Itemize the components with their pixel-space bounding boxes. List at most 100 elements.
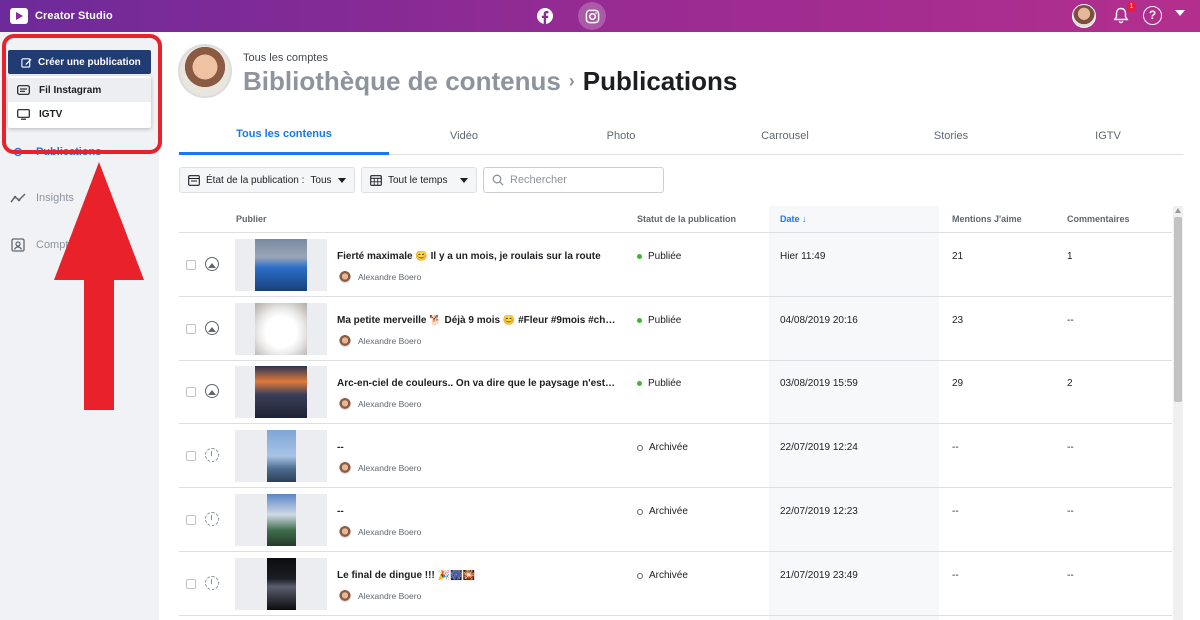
chevron-down-icon — [338, 177, 346, 183]
breadcrumb-library[interactable]: Bibliothèque de contenus — [243, 66, 561, 97]
thumbnail-image — [267, 558, 296, 610]
thumbnail-image — [267, 494, 296, 546]
author-avatar — [339, 526, 351, 538]
content-tabs: Tous les contenus Vidéo Photo Carrousel … — [179, 116, 1183, 155]
archived-status-dot-icon — [637, 572, 643, 579]
author-avatar — [339, 462, 351, 474]
post-author: Alexandre Boero — [339, 462, 421, 474]
post-thumbnail[interactable] — [235, 430, 327, 482]
post-title[interactable]: Ma petite merveille 🐕 Déjà 9 mois 😊 #Fle… — [337, 315, 617, 326]
row-checkbox[interactable] — [186, 515, 196, 525]
scroll-up-arrow-icon[interactable] — [1175, 208, 1181, 213]
publication-state-filter[interactable]: État de la publication : Tous — [179, 167, 355, 193]
chevron-down-icon — [460, 177, 468, 183]
post-comments: -- — [1067, 506, 1074, 517]
author-name: Alexandre Boero — [358, 399, 422, 409]
author-name: Alexandre Boero — [358, 336, 422, 346]
post-thumbnail[interactable] — [235, 366, 327, 418]
table-row[interactable]: Ma petite merveille 🐕 Déjà 9 mois 😊 #Fle… — [179, 297, 1172, 361]
post-title[interactable]: -- — [337, 442, 617, 453]
creator-studio-logo-icon — [10, 8, 28, 24]
column-header-likes[interactable]: Mentions J'aime — [952, 206, 1022, 233]
post-thumbnail[interactable] — [235, 558, 327, 610]
post-date: Hier 11:49 — [780, 251, 826, 262]
facebook-platform-button[interactable] — [531, 2, 559, 30]
story-type-icon — [205, 512, 219, 526]
accounts-selector-label[interactable]: Tous les comptes — [243, 52, 328, 64]
table-row[interactable]: Fierté maximale 😊 Il y a un mois, je rou… — [179, 233, 1172, 297]
post-author: Alexandre Boero — [339, 398, 421, 410]
author-name: Alexandre Boero — [358, 591, 422, 601]
column-header-date[interactable]: Date ↓ — [780, 206, 807, 233]
post-thumbnail[interactable] — [235, 494, 327, 546]
row-checkbox[interactable] — [186, 387, 196, 397]
post-title[interactable]: Arc-en-ciel de couleurs.. On va dire que… — [337, 378, 617, 389]
status-text: Archivée — [649, 570, 688, 581]
post-comments: 1 — [1067, 251, 1073, 262]
table-row[interactable]: Arc-en-ciel de couleurs.. On va dire que… — [179, 360, 1172, 424]
archived-status-dot-icon — [637, 444, 643, 451]
status-badge: Archivée — [637, 506, 688, 517]
help-icon[interactable]: ? — [1143, 6, 1162, 25]
post-comments: -- — [1067, 442, 1074, 453]
instagram-platform-button[interactable] — [578, 2, 606, 30]
tab-igtv[interactable]: IGTV — [1008, 116, 1200, 155]
app-name: Creator Studio — [35, 10, 113, 22]
state-icon — [188, 174, 200, 186]
author-avatar — [339, 398, 351, 410]
search-icon — [492, 174, 504, 186]
author-name: Alexandre Boero — [358, 463, 422, 473]
table-row[interactable]: -- Alexandre Boero Archivée 22/07/2019 1… — [179, 424, 1172, 488]
row-checkbox[interactable] — [186, 260, 196, 270]
breadcrumb-separator: › — [568, 71, 575, 91]
photo-type-icon — [205, 257, 219, 271]
post-date: 03/08/2019 15:59 — [780, 378, 858, 389]
table-row[interactable]: -- Alexandre Boero Archivée 22/07/2019 1… — [179, 488, 1172, 552]
post-title[interactable]: Fierté maximale 😊 Il y a un mois, je rou… — [337, 251, 617, 262]
post-thumbnail[interactable] — [235, 239, 327, 291]
post-title[interactable]: Le final de dingue !!! 🎉🎆🎇 — [337, 570, 617, 581]
time-range-filter[interactable]: Tout le temps — [361, 167, 477, 193]
search-input[interactable] — [510, 174, 650, 186]
post-date: 21/07/2019 23:49 — [780, 570, 858, 581]
time-filter-label: Tout le temps — [388, 174, 448, 186]
tab-all-content[interactable]: Tous les contenus — [179, 116, 389, 155]
status-text: Archivée — [649, 506, 688, 517]
thumbnail-image — [255, 239, 307, 291]
post-comments: -- — [1067, 570, 1074, 581]
brand[interactable]: Creator Studio — [10, 6, 113, 26]
table-row[interactable]: Le final de dingue !!! 🎉🎆🎇 Alexandre Boe… — [179, 552, 1172, 616]
post-comments: 2 — [1067, 378, 1073, 389]
post-likes: -- — [952, 506, 959, 517]
thumbnail-image — [267, 430, 296, 482]
instagram-icon — [585, 9, 599, 23]
post-author: Alexandre Boero — [339, 526, 421, 538]
status-text: Publiée — [648, 251, 682, 262]
post-author: Alexandre Boero — [339, 590, 421, 602]
calendar-icon — [370, 174, 382, 186]
post-thumbnail[interactable] — [235, 303, 327, 355]
account-menu-chevron-down-icon[interactable] — [1175, 10, 1185, 16]
highlight-annotation-box — [2, 34, 162, 154]
search-box[interactable] — [483, 167, 664, 193]
state-filter-label: État de la publication : — [206, 174, 305, 186]
status-text: Publiée — [648, 378, 682, 389]
post-likes: 21 — [952, 251, 964, 262]
post-author: Alexandre Boero — [339, 271, 421, 283]
column-header-status: Statut de la publication — [637, 214, 737, 224]
account-avatar — [178, 44, 232, 98]
notification-badge: 1 — [1127, 2, 1136, 12]
story-type-icon — [205, 576, 219, 590]
facebook-icon — [537, 8, 553, 24]
post-date: 04/08/2019 20:16 — [780, 315, 858, 326]
breadcrumb-current: Publications — [582, 66, 738, 96]
user-avatar[interactable] — [1072, 4, 1096, 28]
row-checkbox[interactable] — [186, 579, 196, 589]
author-name: Alexandre Boero — [358, 527, 422, 537]
post-title[interactable]: -- — [337, 506, 617, 517]
row-checkbox[interactable] — [186, 324, 196, 334]
row-checkbox[interactable] — [186, 451, 196, 461]
author-avatar — [339, 590, 351, 602]
column-header-comments[interactable]: Commentaires — [1067, 206, 1130, 233]
table-scrollbar-thumb[interactable] — [1174, 217, 1182, 402]
